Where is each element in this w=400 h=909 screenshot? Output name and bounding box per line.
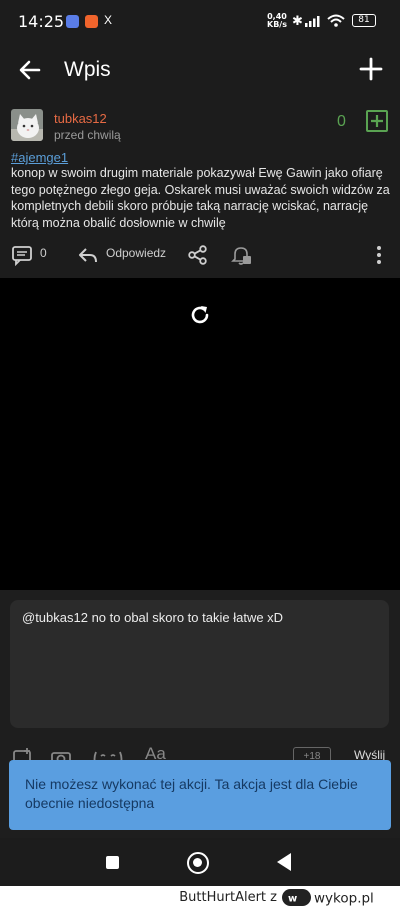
post-time: przed chwilą [54, 128, 121, 142]
upvote-button[interactable] [366, 110, 388, 132]
home-button[interactable] [187, 852, 209, 874]
comments-icon[interactable] [11, 244, 33, 266]
svg-text:w: w [288, 894, 297, 905]
post-content: konop w swoim drugim materiale pokazywał… [11, 166, 390, 230]
network-speed-unit: KB/s [267, 20, 287, 29]
cat-avatar-icon [11, 109, 43, 141]
reply-input[interactable]: @tubkas12 no to obal skoro to takie łatw… [10, 600, 389, 728]
battery-indicator: 81 [352, 14, 376, 27]
comments-count: 0 [40, 246, 47, 260]
hashtag-link[interactable]: #ajemge1 [11, 150, 68, 165]
x-notification-icon: X [104, 13, 113, 27]
snackbar-message: Nie możesz wykonać tej akcji. Ta akcja j… [25, 776, 358, 811]
reply-button[interactable]: Odpowiedz [106, 246, 166, 260]
more-options-icon[interactable] [368, 244, 390, 266]
watermark-via: z [270, 890, 277, 905]
avatar[interactable] [11, 109, 43, 141]
watermark-username: ButtHurtAlert [179, 890, 267, 905]
post-actions: 0 Odpowiedz [0, 240, 400, 270]
wykop-logo: w wykop.pl [282, 889, 374, 907]
status-bar: 14:25 X 0,40 KB/s ✱ 81 [0, 0, 400, 42]
network-speed: 0,40 KB/s [267, 13, 287, 29]
share-icon[interactable] [187, 244, 209, 266]
bluetooth-icon: ✱ [292, 13, 303, 28]
back-arrow-icon[interactable] [16, 56, 44, 84]
notification-bell-icon[interactable] [230, 244, 252, 266]
page-title: Wpis [64, 58, 111, 81]
wifi-icon [327, 14, 345, 27]
author-name[interactable]: tubkas12 [54, 111, 107, 126]
vote-count: 0 [337, 113, 346, 130]
plus-icon [371, 115, 383, 127]
system-back-button[interactable] [277, 853, 291, 871]
teams-notification-icon [66, 15, 79, 28]
reply-icon[interactable] [77, 244, 99, 266]
add-icon[interactable] [356, 54, 386, 84]
app-notification-icon [85, 15, 98, 28]
system-nav-bar [0, 838, 400, 886]
watermark-bar: ButtHurtAlert z w wykop.pl [0, 886, 400, 909]
recent-apps-button[interactable] [106, 856, 119, 869]
watermark-site: wykop.pl [314, 891, 374, 907]
watermark-user: ButtHurtAlert z [179, 890, 277, 905]
refresh-icon[interactable] [188, 303, 212, 327]
clock: 14:25 [18, 12, 65, 31]
error-snackbar: Nie możesz wykonać tej akcji. Ta akcja j… [9, 760, 391, 830]
app-bar: Wpis [0, 42, 400, 98]
signal-icon [305, 16, 320, 27]
post-entry: tubkas12 przed chwilą 0 #ajemge1 konop w… [0, 98, 400, 278]
